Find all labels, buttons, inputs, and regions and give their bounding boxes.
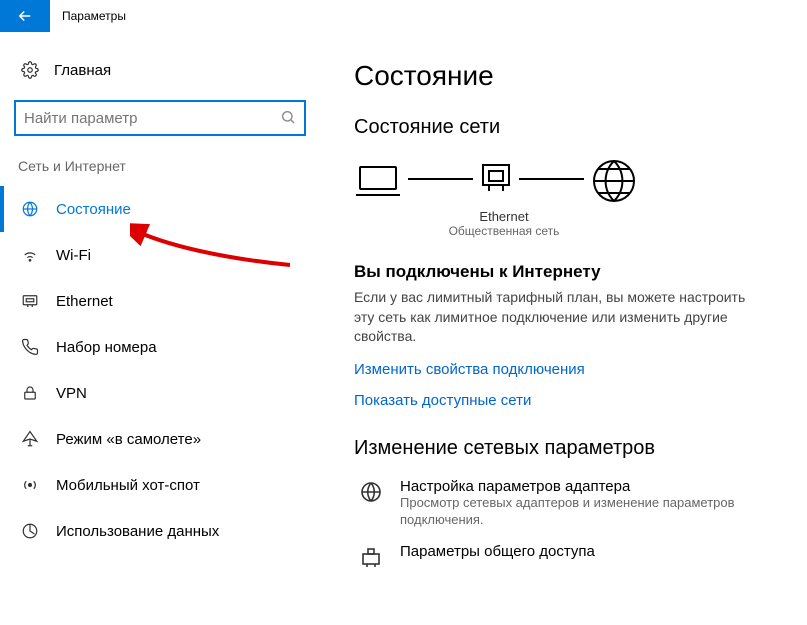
- sidebar-item-label: VPN: [42, 385, 87, 402]
- page-title: Состояние: [354, 60, 787, 92]
- sidebar-item-label: Набор номера: [42, 339, 157, 356]
- ethernet-icon: [18, 292, 42, 310]
- sidebar-item-label: Ethernet: [42, 293, 113, 310]
- option-title: Параметры общего доступа: [400, 543, 595, 560]
- option-title: Настройка параметров адаптера: [400, 478, 748, 495]
- sidebar-item-vpn[interactable]: VPN: [0, 370, 320, 416]
- option-sub: Просмотр сетевых адаптеров и изменение п…: [400, 495, 748, 529]
- sidebar-item-hotspot[interactable]: Мобильный хот-спот: [0, 462, 320, 508]
- sidebar-home-label: Главная: [42, 62, 111, 79]
- network-type: Общественная сеть: [354, 224, 654, 238]
- wifi-icon: [18, 246, 42, 264]
- back-button[interactable]: [0, 0, 50, 32]
- sidebar-item-ethernet[interactable]: Ethernet: [0, 278, 320, 324]
- sidebar-item-airplane[interactable]: Режим «в самолете»: [0, 416, 320, 462]
- sidebar-item-dialup[interactable]: Набор номера: [0, 324, 320, 370]
- computer-icon: [354, 161, 402, 201]
- connected-body: Если у вас лимитный тарифный план, вы мо…: [354, 288, 754, 347]
- adapter-icon: [354, 478, 388, 504]
- option-adapter-settings[interactable]: Настройка параметров адаптера Просмотр с…: [354, 478, 787, 529]
- sidebar-home[interactable]: Главная: [0, 50, 320, 90]
- connection-line: [408, 178, 473, 180]
- option-sharing-settings[interactable]: Параметры общего доступа: [354, 543, 787, 569]
- sidebar-item-label: Режим «в самолете»: [42, 431, 201, 448]
- sidebar-category: Сеть и Интернет: [0, 158, 320, 186]
- main-pane: Состояние Состояние сети Ethernet Общест…: [320, 32, 807, 625]
- phone-icon: [18, 338, 42, 356]
- sidebar-item-label: Использование данных: [42, 523, 219, 540]
- connected-title: Вы подключены к Интернету: [354, 262, 787, 282]
- network-diagram: [354, 157, 787, 205]
- sidebar: Главная Сеть и Интернет Состояние Wi-Fi: [0, 32, 320, 625]
- sidebar-item-label: Wi-Fi: [42, 247, 91, 264]
- airplane-icon: [18, 430, 42, 448]
- data-usage-icon: [18, 522, 42, 540]
- sidebar-item-status[interactable]: Состояние: [0, 186, 320, 232]
- link-show-available-networks[interactable]: Показать доступные сети: [354, 392, 787, 409]
- arrow-left-icon: [16, 7, 34, 25]
- window-titlebar: Параметры: [0, 0, 807, 32]
- network-caption: Ethernet Общественная сеть: [354, 209, 654, 238]
- connection-line: [519, 178, 584, 180]
- router-icon: [479, 161, 513, 201]
- gear-icon: [18, 61, 42, 79]
- sidebar-item-wifi[interactable]: Wi-Fi: [0, 232, 320, 278]
- window-title: Параметры: [50, 9, 126, 23]
- search-icon: [280, 109, 296, 128]
- status-icon: [18, 200, 42, 218]
- globe-icon: [590, 157, 638, 205]
- vpn-icon: [18, 384, 42, 402]
- section-change-params-heading: Изменение сетевых параметров: [354, 437, 787, 460]
- search-input[interactable]: [24, 110, 280, 127]
- search-input-container[interactable]: [14, 100, 306, 136]
- sidebar-item-data-usage[interactable]: Использование данных: [0, 508, 320, 554]
- sidebar-item-label: Состояние: [42, 201, 131, 218]
- network-name: Ethernet: [354, 209, 654, 224]
- sharing-icon: [354, 543, 388, 569]
- link-change-connection-props[interactable]: Изменить свойства подключения: [354, 361, 787, 378]
- hotspot-icon: [18, 476, 42, 494]
- sidebar-item-label: Мобильный хот-спот: [42, 477, 200, 494]
- section-status-heading: Состояние сети: [354, 116, 787, 139]
